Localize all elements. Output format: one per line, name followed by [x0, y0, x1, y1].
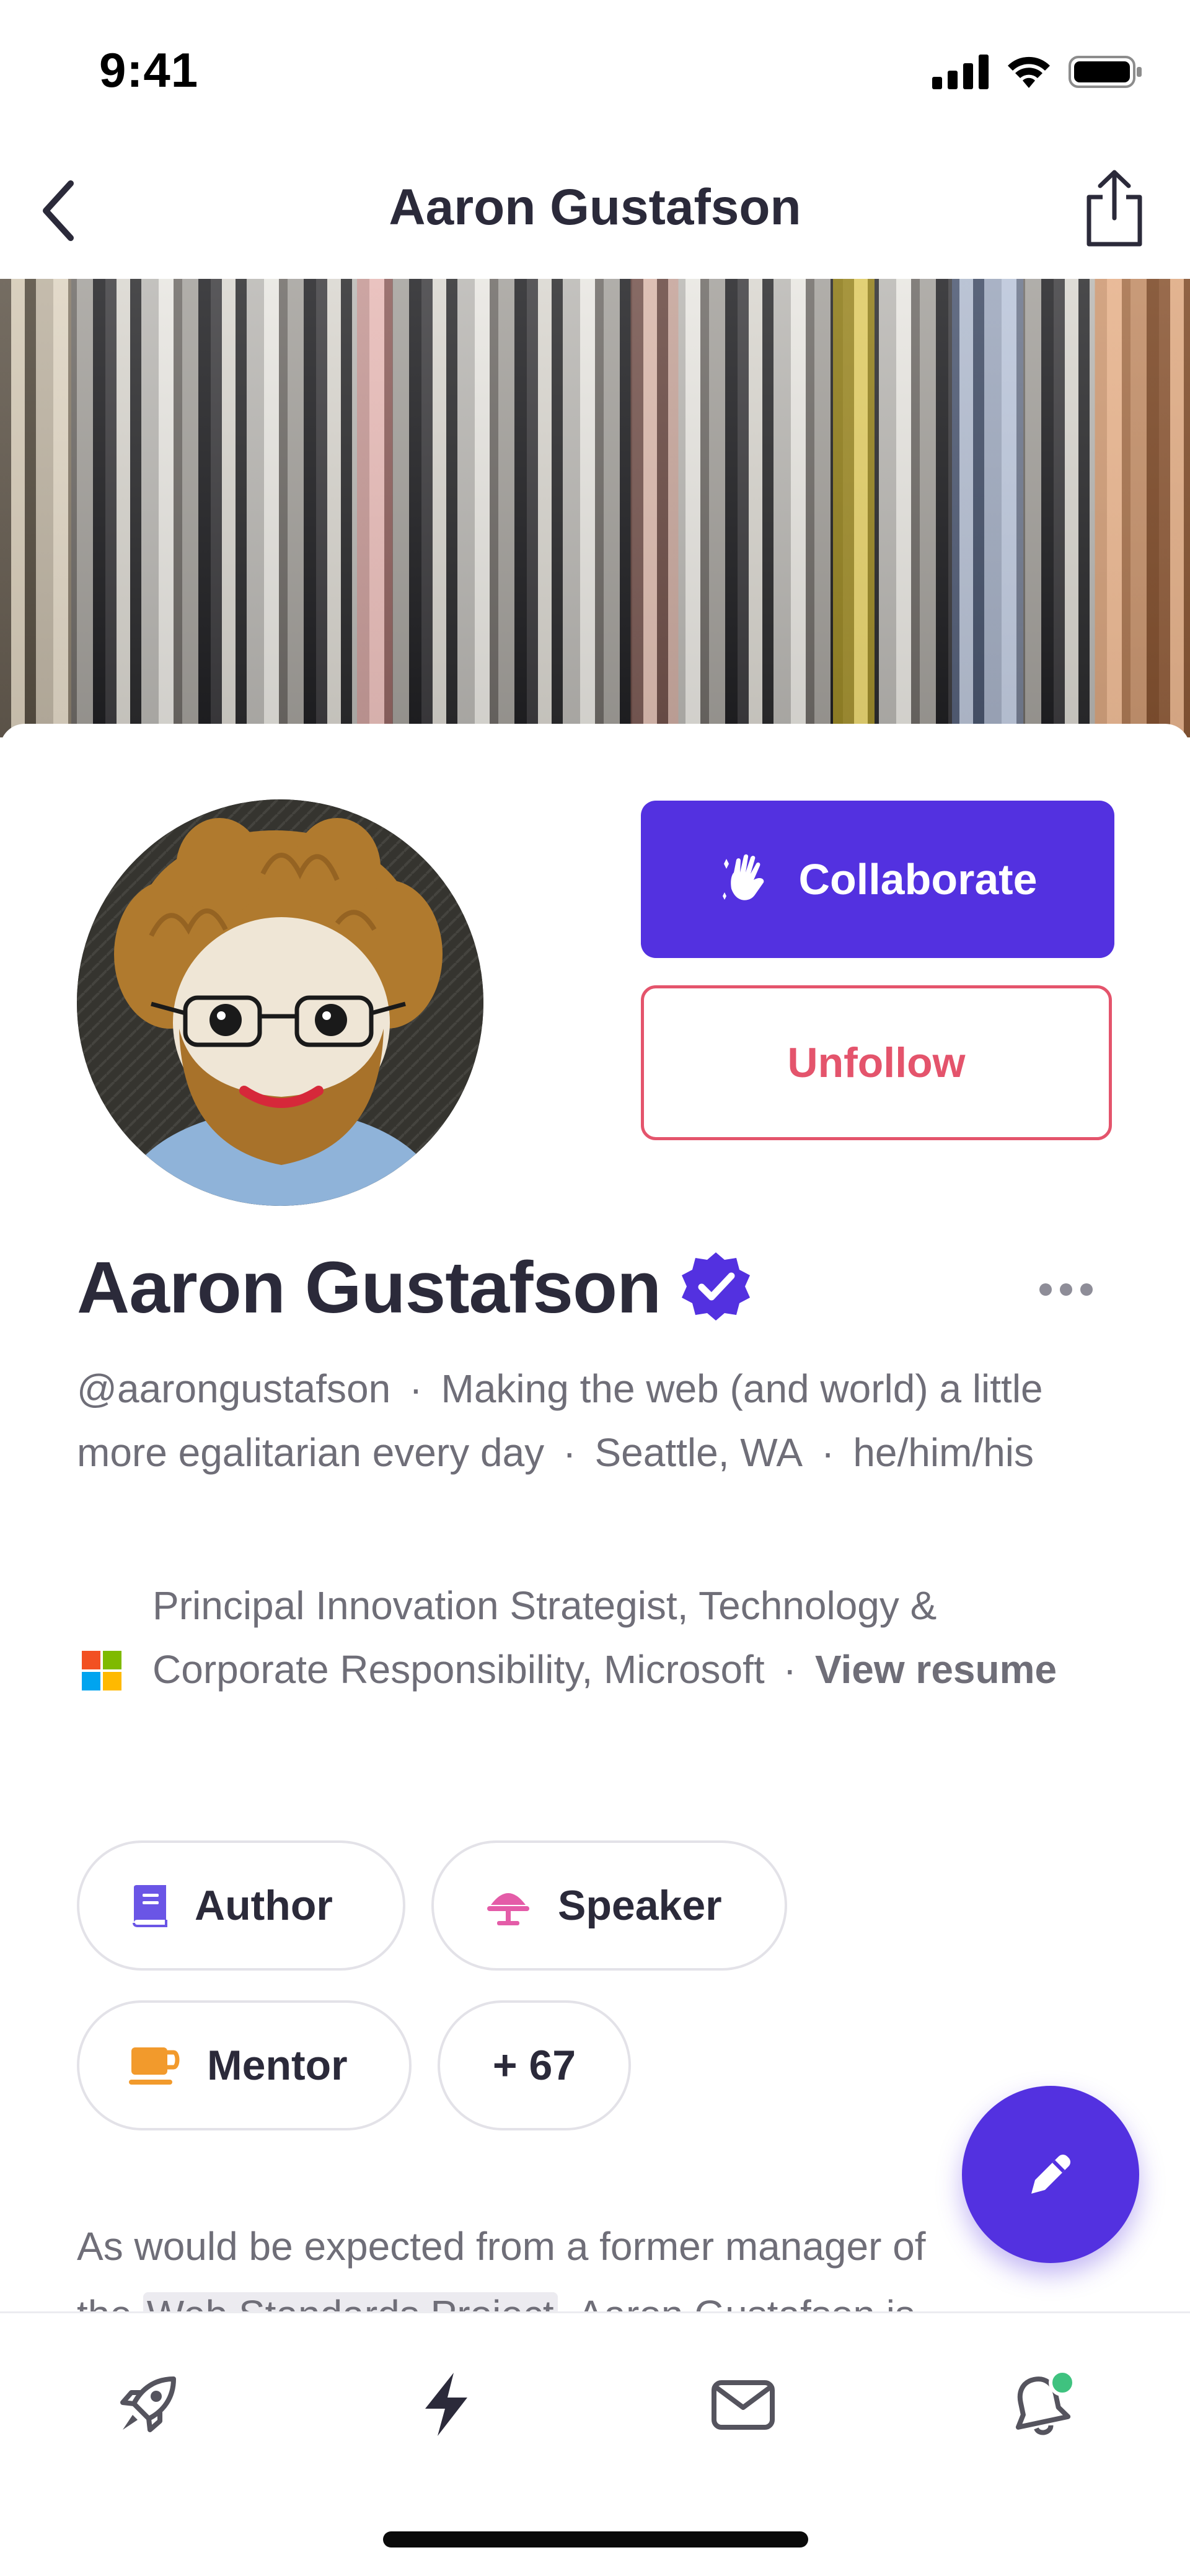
separator-dot: · — [563, 1430, 576, 1475]
tab-bar — [0, 2311, 1190, 2576]
nav-title: Aaron Gustafson — [389, 179, 801, 235]
separator-dot: · — [409, 1366, 423, 1411]
share-icon — [1086, 170, 1142, 247]
tab-explore[interactable] — [108, 2364, 188, 2445]
collaborate-label: Collaborate — [798, 855, 1038, 903]
unfollow-button[interactable]: Unfollow — [641, 985, 1112, 1140]
tag-label: Speaker — [558, 1882, 722, 1929]
rocket-icon — [120, 2376, 176, 2432]
navigation-bar: Aaron Gustafson — [0, 149, 1190, 279]
separator-dot: · — [783, 1647, 796, 1692]
work-title-block: Principal Innovation Strategist, Technol… — [152, 1574, 1119, 1702]
avatar-illustration — [77, 799, 483, 1206]
battery-icon — [1069, 55, 1143, 92]
microsoft-logo-icon — [82, 1651, 121, 1690]
share-button[interactable] — [1071, 162, 1158, 255]
tag-mentor[interactable]: Mentor — [77, 2000, 412, 2130]
podium-icon — [487, 1893, 529, 1925]
compose-button[interactable] — [962, 2086, 1139, 2263]
coffee-cup-icon — [129, 2047, 180, 2085]
home-indicator[interactable] — [383, 2531, 808, 2547]
work-info: Principal Innovation Strategist, Technol… — [77, 1574, 1118, 1772]
wifi-icon — [1005, 55, 1052, 92]
tag-author[interactable]: Author — [77, 1840, 405, 1971]
about-line-1: As would be expected from a former manag… — [77, 2224, 926, 2269]
tag-label: + 67 — [492, 2042, 576, 2089]
tag-label: Mentor — [207, 2042, 348, 2089]
profile-location: Seattle, WA — [594, 1430, 803, 1475]
status-time: 9:41 — [99, 43, 199, 97]
tab-activity[interactable] — [407, 2364, 487, 2445]
status-icons — [932, 55, 1143, 92]
avatar — [77, 799, 483, 1206]
cellular-signal-icon — [932, 55, 989, 92]
profile-name: Aaron Gustafson — [77, 1247, 661, 1329]
separator-dot: · — [821, 1430, 835, 1475]
verified-badge-icon — [679, 1250, 752, 1326]
mail-icon — [712, 2380, 775, 2430]
tag-speaker[interactable]: Speaker — [431, 1840, 787, 1971]
profile-name-row: Aaron Gustafson — [77, 1246, 752, 1330]
view-resume-link[interactable]: View resume — [815, 1647, 1057, 1692]
unfollow-label: Unfollow — [787, 1039, 966, 1086]
notification-dot — [1049, 2369, 1076, 2396]
cover-image-overlay — [0, 279, 1190, 737]
profile-meta: @aarongustafson · Making the web (and worl… — [77, 1357, 1118, 1485]
more-options-button[interactable] — [1029, 1268, 1103, 1311]
profile-handle: @aarongustafson — [77, 1366, 391, 1411]
tab-messages[interactable] — [703, 2364, 783, 2445]
tag-more[interactable]: + 67 — [438, 2000, 631, 2130]
cover-image — [0, 279, 1190, 737]
raised-hand-icon — [723, 854, 764, 900]
tag-label: Author — [195, 1882, 333, 1929]
profile-screen: 9:41 Aaron Gustafson Collaborate Unfollo… — [0, 0, 1190, 2576]
collaborate-button[interactable]: Collaborate — [641, 801, 1114, 958]
lightning-icon — [425, 2373, 467, 2436]
profile-pronouns: he/him/his — [853, 1430, 1034, 1475]
book-icon — [133, 1885, 167, 1927]
tab-notifications[interactable] — [999, 2364, 1080, 2445]
more-horizontal-icon — [1039, 1283, 1093, 1296]
status-bar: 9:41 — [0, 0, 1190, 149]
pencil-icon — [1031, 2155, 1070, 2194]
